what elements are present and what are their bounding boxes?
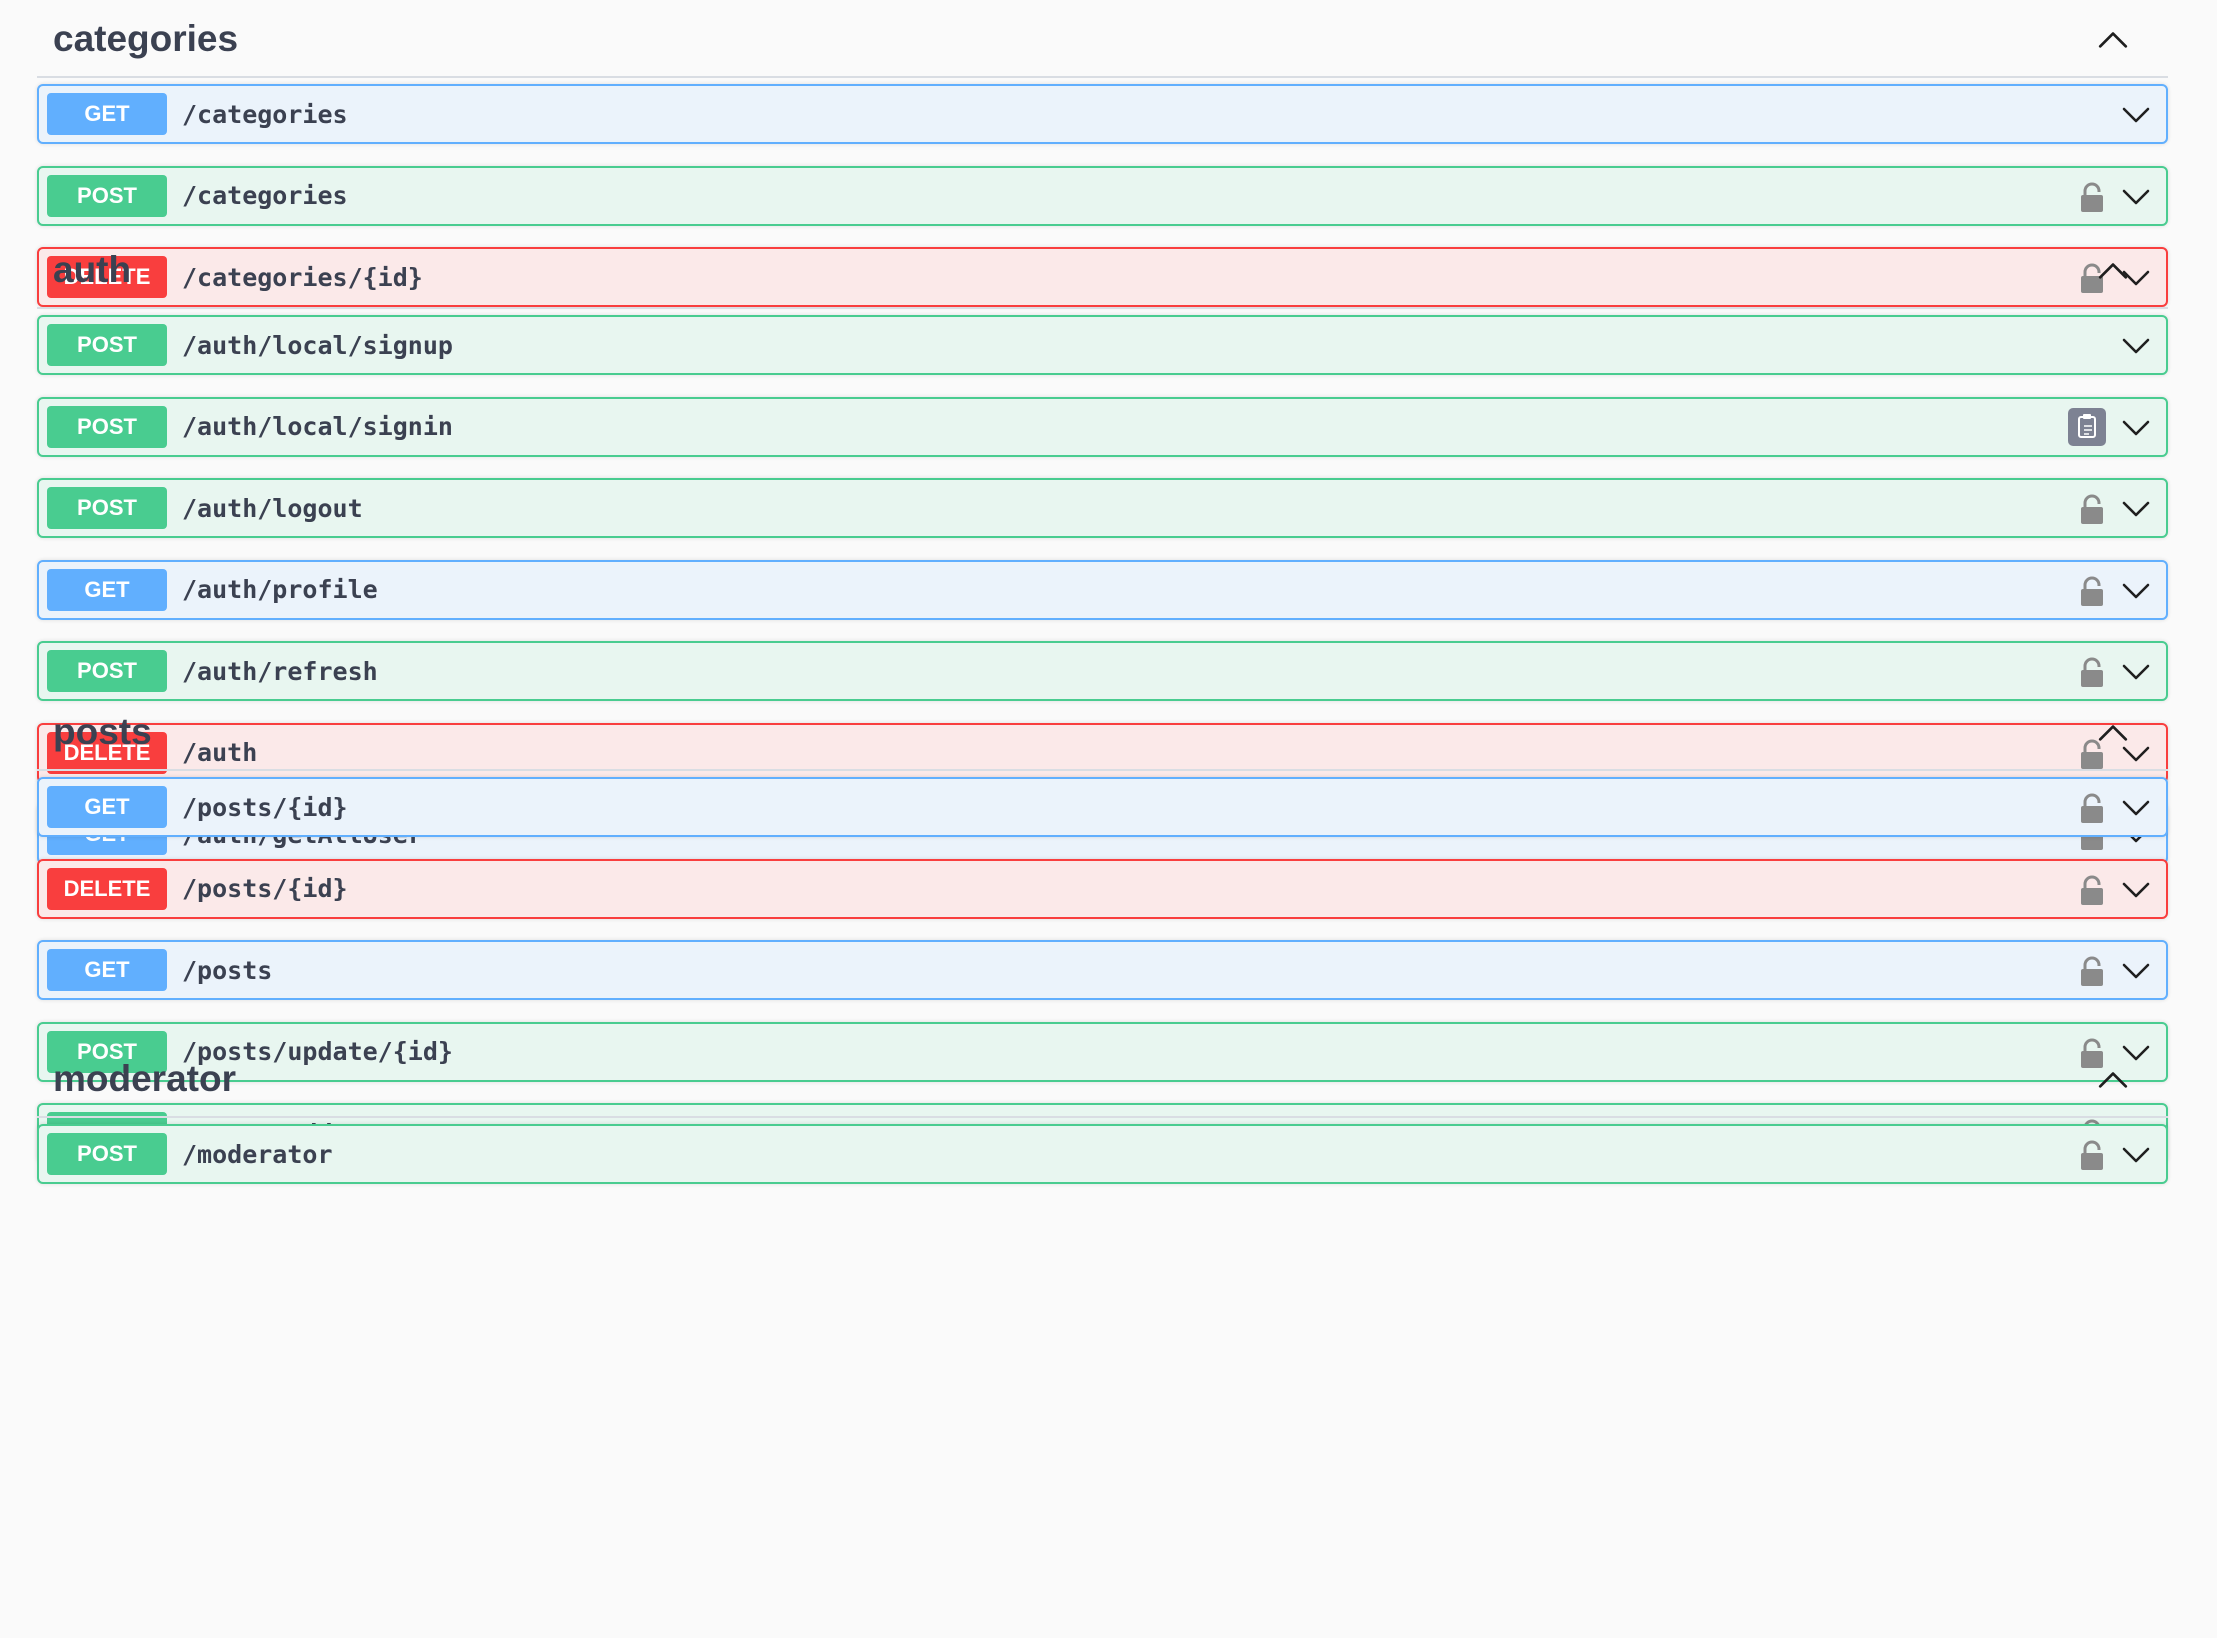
lock-icon[interactable] [2078, 955, 2106, 987]
method-badge: DELETE [47, 867, 167, 910]
operation-get[interactable]: GET/auth/profile [37, 559, 2168, 620]
operation-post[interactable]: POST/auth/logout [37, 478, 2168, 538]
lock-icon[interactable] [2078, 874, 2106, 906]
endpoint-path: /auth/profile [182, 575, 378, 604]
endpoint-path: /posts [182, 955, 273, 985]
operation-get[interactable]: GET/posts/{id} [37, 777, 2168, 837]
chevron-up-icon[interactable] [2096, 717, 2130, 751]
operation-delete[interactable]: DELETE/posts/{id} [37, 858, 2168, 919]
lock-icon[interactable] [2078, 181, 2106, 213]
section-header[interactable]: auth [37, 233, 2168, 309]
section-auth: auth POST/auth/local/signup POST/auth/loca… [37, 233, 2168, 864]
section-title: moderator [53, 1058, 236, 1099]
section-header[interactable]: moderator [37, 1042, 2168, 1118]
endpoint-path: /categories [182, 99, 348, 129]
section-title: auth [53, 249, 132, 290]
method-badge: GET [47, 93, 167, 135]
operation-post[interactable]: POST/moderator [37, 1124, 2168, 1184]
lock-icon[interactable] [2078, 792, 2106, 824]
method-badge: GET [47, 786, 167, 828]
operation-post[interactable]: POST/auth/local/signup [37, 315, 2168, 375]
chevron-up-icon[interactable] [2096, 255, 2130, 289]
endpoint-path: /moderator [182, 1139, 333, 1169]
operation-post[interactable]: POST/auth/local/signin [37, 396, 2168, 457]
endpoint-path: /categories [182, 181, 348, 210]
chevron-down-icon[interactable] [2120, 657, 2152, 687]
chevron-down-icon[interactable] [2120, 576, 2152, 606]
endpoint-path: /auth/local/signin [182, 412, 453, 441]
copy-icon[interactable] [2068, 407, 2106, 446]
lock-icon[interactable] [2078, 493, 2106, 525]
chevron-up-icon[interactable] [2096, 1064, 2130, 1098]
chevron-down-icon[interactable] [2120, 413, 2152, 443]
method-badge: POST [47, 1133, 167, 1175]
operation-post[interactable]: POST/auth/refresh [37, 641, 2168, 701]
lock-icon[interactable] [2078, 656, 2106, 688]
chevron-down-icon[interactable] [2120, 331, 2152, 361]
section-moderator: moderator POST/moderator [37, 1042, 2168, 1184]
chevron-down-icon[interactable] [2120, 875, 2152, 905]
section-posts: posts GET/posts/{id} DELETE/posts/{id} GET /… [37, 695, 2168, 1163]
lock-icon[interactable] [2078, 1139, 2106, 1171]
api-operations-list: categories GET/categories POST/categories D… [0, 0, 2217, 1638]
method-badge: POST [47, 405, 167, 448]
method-badge: POST [47, 487, 167, 529]
chevron-down-icon[interactable] [2120, 494, 2152, 524]
chevron-down-icon[interactable] [2120, 956, 2152, 986]
section-header[interactable]: categories [37, 2, 2168, 78]
section-title: posts [53, 711, 152, 752]
chevron-up-icon[interactable] [2096, 24, 2130, 58]
endpoint-path: /auth/local/signup [182, 330, 453, 360]
method-badge: GET [47, 949, 167, 991]
endpoint-path: /auth/logout [182, 493, 363, 523]
section-categories: categories GET/categories POST/categories D… [37, 2, 2168, 307]
method-badge: POST [47, 174, 167, 217]
method-badge: POST [47, 324, 167, 366]
chevron-down-icon[interactable] [2120, 100, 2152, 130]
section-title: categories [53, 18, 239, 59]
lock-icon[interactable] [2078, 575, 2106, 607]
chevron-down-icon[interactable] [2120, 793, 2152, 823]
chevron-down-icon[interactable] [2120, 182, 2152, 212]
method-badge: GET [47, 568, 167, 611]
operation-get[interactable]: GET/categories [37, 84, 2168, 144]
operation-get[interactable]: GET/posts [37, 940, 2168, 1000]
endpoint-path: /auth/refresh [182, 656, 378, 686]
method-badge: POST [47, 650, 167, 692]
endpoint-path: /posts/{id} [182, 874, 348, 903]
operation-post[interactable]: POST/categories [37, 165, 2168, 226]
endpoint-path: /posts/{id} [182, 792, 348, 822]
chevron-down-icon[interactable] [2120, 1140, 2152, 1170]
section-header[interactable]: posts [37, 695, 2168, 771]
